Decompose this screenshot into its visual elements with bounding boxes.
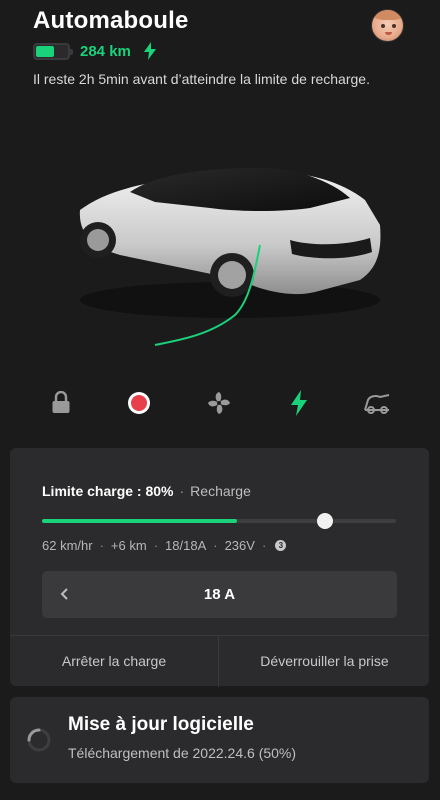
voltage: 236V xyxy=(224,537,255,553)
update-subtitle: Téléchargement de 2022.24.6 (50%) xyxy=(68,745,297,761)
software-update-card[interactable]: Mise à jour logicielle Téléchargement de… xyxy=(10,697,429,783)
lock-icon[interactable] xyxy=(43,385,79,421)
charge-limit-slider[interactable] xyxy=(42,512,396,530)
current-selector[interactable]: 18 A xyxy=(42,571,397,618)
charge-progress-fill xyxy=(42,519,237,523)
charging-status: Recharge xyxy=(190,483,251,499)
stop-charge-button[interactable]: Arrêter la charge xyxy=(10,636,219,687)
trunk-icon[interactable] xyxy=(359,385,395,421)
quick-controls xyxy=(0,385,440,421)
info-badge-icon[interactable]: 3 xyxy=(275,539,287,551)
charge-rate: 62 km/hr xyxy=(42,537,93,553)
range-row: 284 km xyxy=(33,41,157,61)
charging-bolt-icon xyxy=(143,42,156,60)
charge-limit-row: Limite charge : 80% · Recharge xyxy=(42,483,251,499)
charge-limit-label: Limite charge : 80% xyxy=(42,483,174,499)
range-added: +6 km xyxy=(110,537,147,553)
fan-icon[interactable] xyxy=(201,385,237,421)
current-value: 18 A xyxy=(203,586,236,603)
unlock-port-button[interactable]: Déverrouiller la prise xyxy=(220,636,429,687)
charge-limit-handle[interactable] xyxy=(317,513,334,529)
current-ratio: 18/18A xyxy=(165,537,207,553)
update-title: Mise à jour logicielle xyxy=(68,714,254,735)
battery-icon xyxy=(33,42,73,60)
car-image xyxy=(79,168,381,346)
charge-time-message: Il reste 2h 5min avant d’atteindre la li… xyxy=(33,71,370,87)
avatar[interactable] xyxy=(371,9,404,42)
loading-spinner-icon xyxy=(27,728,51,752)
charge-actions: Arrêter la charge Déverrouiller la prise xyxy=(10,635,429,687)
charge-bolt-icon[interactable] xyxy=(281,385,317,421)
charging-card: Limite charge : 80% · Recharge 62 km/hr · +… xyxy=(10,448,429,687)
range-value: 284 km xyxy=(80,42,131,60)
record-icon[interactable] xyxy=(121,385,157,421)
charging-stats: 62 km/hr · +6 km · 18/18A · 236V · 3 xyxy=(42,536,287,554)
